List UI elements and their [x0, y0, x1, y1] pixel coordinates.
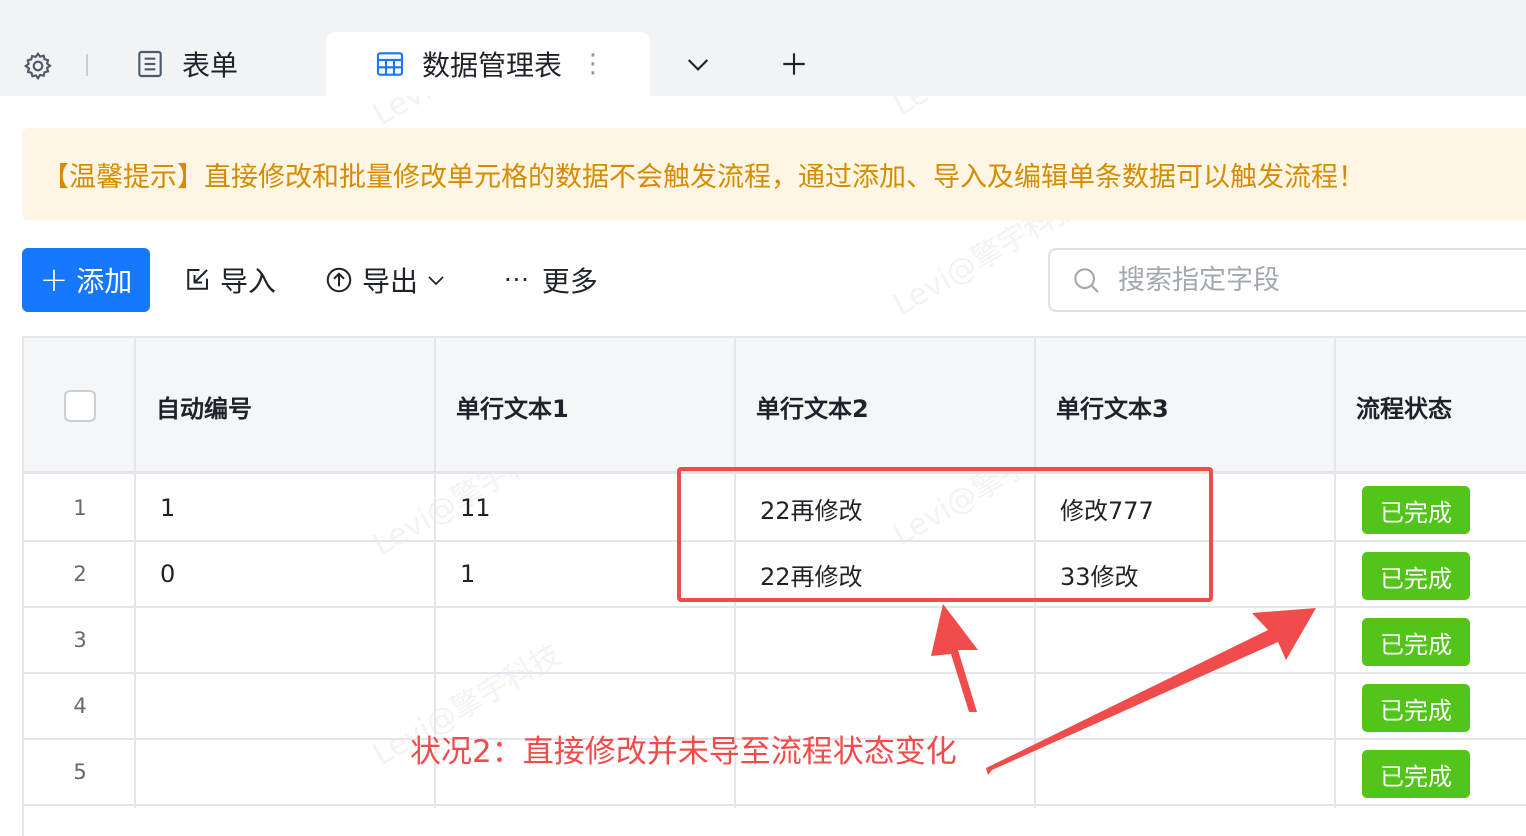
import-button[interactable]: 导入: [182, 252, 276, 308]
cell-auto-number[interactable]: 0: [160, 542, 430, 606]
status-badge: 已完成: [1362, 618, 1470, 666]
row-index: 2: [73, 562, 87, 586]
gear-icon[interactable]: [22, 50, 54, 82]
column-divider: [1034, 338, 1036, 808]
add-button-label: 添加: [76, 265, 133, 298]
table-row[interactable]: 3 已完成: [24, 608, 1526, 674]
more-icon: ···: [504, 266, 530, 294]
add-tab-icon[interactable]: [778, 48, 810, 80]
column-header[interactable]: 单行文本1: [436, 338, 736, 474]
column-header[interactable]: 流程状态: [1336, 338, 1526, 474]
select-all-checkbox[interactable]: [64, 390, 96, 422]
cell-text1[interactable]: [460, 608, 730, 672]
table-row[interactable]: 2 0 1 22再修改 33修改 已完成: [24, 542, 1526, 608]
import-icon: [187, 269, 208, 290]
cell-text1[interactable]: 11: [460, 476, 730, 540]
cell-text3[interactable]: [1060, 740, 1330, 804]
form-icon: [138, 50, 162, 78]
status-badge: 已完成: [1362, 750, 1470, 798]
table-icon: [376, 52, 404, 76]
cell-text3[interactable]: [1060, 608, 1330, 672]
column-header[interactable]: 单行文本3: [1036, 338, 1336, 474]
tab-form-label: 表单: [182, 49, 239, 82]
add-button[interactable]: + 添加: [22, 248, 150, 312]
plus-icon: +: [39, 260, 69, 300]
cell-auto-number[interactable]: 1: [160, 476, 430, 540]
cell-text2[interactable]: 22再修改: [760, 476, 1030, 540]
cell-auto-number[interactable]: [160, 608, 430, 672]
tab-data-table[interactable]: 数据管理表 ⋮: [326, 32, 650, 96]
chevron-down-icon[interactable]: [682, 48, 714, 80]
notice-text: 【温馨提示】直接修改和批量修改单元格的数据不会触发流程，通过添加、导入及编辑单条…: [42, 161, 1365, 193]
cell-text3[interactable]: 修改777: [1060, 476, 1330, 540]
cell-auto-number[interactable]: [160, 674, 430, 738]
cell-auto-number[interactable]: [160, 740, 430, 804]
column-divider: [1334, 338, 1336, 808]
import-label: 导入: [220, 265, 277, 298]
tab-more-icon[interactable]: ⋮: [580, 49, 606, 79]
tab-divider: [86, 54, 88, 76]
more-button[interactable]: ··· 更多: [504, 252, 598, 308]
status-badge: 已完成: [1362, 684, 1470, 732]
cell-text3[interactable]: 33修改: [1060, 542, 1330, 606]
search-input[interactable]: [1118, 264, 1498, 296]
cell-text1[interactable]: 1: [460, 542, 730, 606]
search-icon: [1074, 268, 1099, 293]
row-index: 3: [73, 628, 87, 652]
chevron-down-icon: [428, 276, 444, 286]
cell-text3[interactable]: [1060, 674, 1330, 738]
annotation-text: 状况2：直接修改并未导至流程状态变化: [410, 734, 957, 770]
tab-form[interactable]: 表单: [134, 32, 324, 96]
search-box[interactable]: [1048, 248, 1526, 312]
column-header[interactable]: 自动编号: [136, 338, 436, 474]
status-badge: 已完成: [1362, 552, 1470, 600]
export-icon: [326, 267, 352, 293]
cell-text2[interactable]: [760, 608, 1030, 672]
column-header[interactable]: 单行文本2: [736, 338, 1036, 474]
row-index: 4: [73, 694, 87, 718]
row-index: 5: [73, 760, 87, 784]
status-badge: 已完成: [1362, 486, 1470, 534]
cell-text2[interactable]: 22再修改: [760, 542, 1030, 606]
notice-banner: 【温馨提示】直接修改和批量修改单元格的数据不会触发流程，通过添加、导入及编辑单条…: [22, 128, 1526, 220]
more-label: 更多: [541, 265, 598, 298]
table-header: 自动编号 单行文本1 单行文本2 单行文本3 流程状态: [24, 338, 1526, 474]
column-divider: [134, 338, 136, 808]
tab-bar: 表单 数据管理表 ⋮: [0, 0, 1526, 96]
table-row[interactable]: 1 1 11 22再修改 修改777 已完成: [24, 476, 1526, 542]
row-index: 1: [73, 496, 87, 520]
export-label: 导出: [362, 265, 419, 298]
tab-data-table-label: 数据管理表: [422, 49, 563, 82]
export-button[interactable]: 导出: [324, 252, 448, 308]
